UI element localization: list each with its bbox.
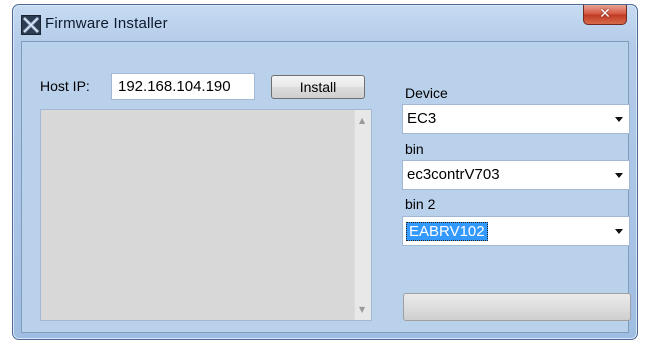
device-label: Device [405,85,448,101]
device-value: EC3 [407,110,437,127]
firmware-installer-window: Firmware Installer ✕ Host IP: Install ▲ … [12,4,638,340]
scroll-up-icon[interactable]: ▲ [359,116,365,125]
log-listbox[interactable]: ▲ ▼ [40,109,372,321]
bin-combo[interactable]: ec3contrV703 [402,160,630,190]
bin-label: bin [405,141,424,157]
bin2-value: EABRV102 [406,222,488,241]
title-bar[interactable]: Firmware Installer ✕ [13,5,637,41]
bin-value: ec3contrV703 [407,166,500,183]
client-area: Host IP: Install ▲ ▼ Device EC3 bin ec3c… [21,41,631,333]
log-scrollbar[interactable]: ▲ ▼ [354,110,371,320]
chevron-down-icon[interactable] [615,173,623,178]
install-button[interactable]: Install [271,75,365,99]
app-logo-icon [21,15,41,35]
window-title: Firmware Installer [45,15,168,32]
chevron-down-icon[interactable] [615,229,623,234]
device-combo[interactable]: EC3 [402,104,630,134]
bin2-combo[interactable]: EABRV102 [402,216,630,246]
bin2-label: bin 2 [405,196,436,212]
close-button[interactable]: ✕ [583,5,627,25]
progress-bar [403,293,631,321]
host-ip-label: Host IP: [40,78,90,94]
host-ip-input[interactable] [111,73,255,100]
scroll-down-icon[interactable]: ▼ [359,305,365,314]
close-icon: ✕ [599,6,611,22]
chevron-down-icon[interactable] [615,117,623,122]
